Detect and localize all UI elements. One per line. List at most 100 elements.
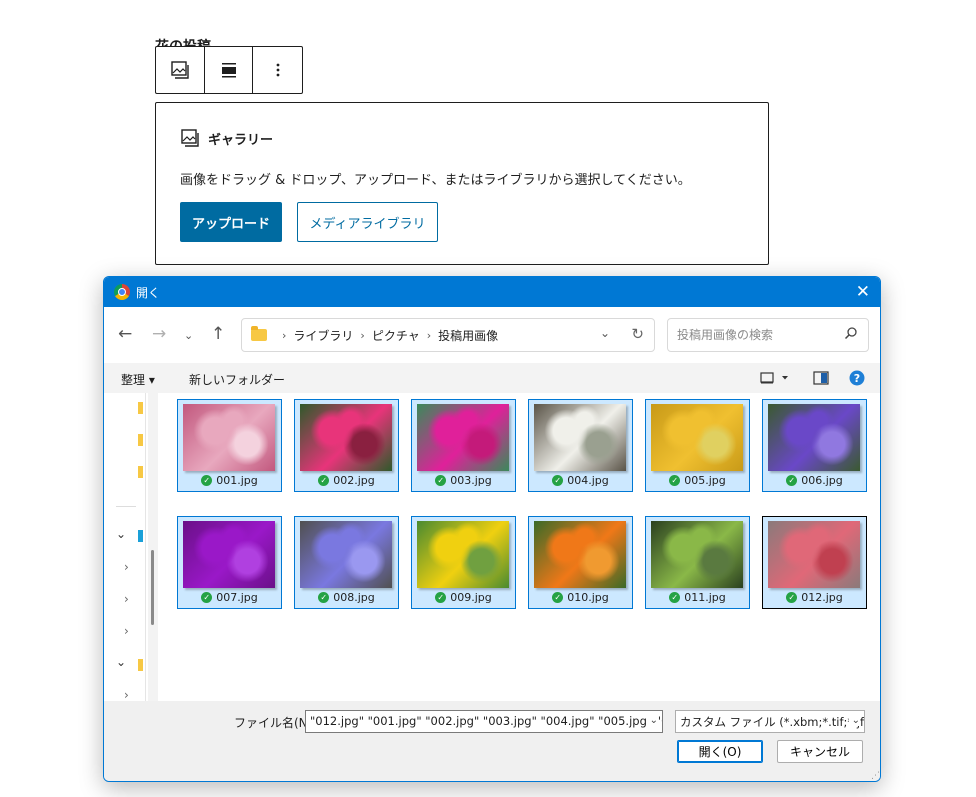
chevron-down-icon[interactable]: ⌄ <box>646 715 658 726</box>
open-button[interactable]: 開く(O) <box>677 740 763 763</box>
gallery-icon <box>181 129 199 147</box>
breadcrumb-separator: › <box>360 328 365 342</box>
dialog-titlebar: 開く ✕ <box>104 277 880 307</box>
sync-check-icon: ✓ <box>201 592 213 603</box>
file-tile[interactable]: ✓ 009.jpg <box>411 516 516 609</box>
sync-check-icon: ✓ <box>318 592 330 603</box>
nav-folder-icon[interactable] <box>138 659 143 671</box>
view-options-icon[interactable] <box>760 371 792 385</box>
close-icon[interactable]: ✕ <box>856 282 870 302</box>
resize-grip-icon[interactable]: ⋰ <box>871 771 880 781</box>
upload-button[interactable]: アップロード <box>180 202 282 242</box>
breadcrumb-item-pictures[interactable]: ピクチャ <box>372 327 420 344</box>
file-tile[interactable]: ✓ 008.jpg <box>294 516 399 609</box>
block-type-button[interactable] <box>156 47 205 93</box>
file-name-input[interactable]: "012.jpg" "001.jpg" "002.jpg" "003.jpg" … <box>305 710 663 733</box>
gallery-icon <box>171 61 189 79</box>
file-tile[interactable]: ✓ 003.jpg <box>411 399 516 492</box>
image-thumbnail <box>417 404 509 471</box>
file-name: 003.jpg <box>450 474 492 487</box>
file-name: 001.jpg <box>216 474 258 487</box>
expand-chevron-icon[interactable]: ⌄ <box>116 527 126 541</box>
forward-arrow-icon[interactable]: → <box>152 324 166 344</box>
file-label: ✓ 004.jpg <box>529 474 632 487</box>
chrome-icon <box>114 284 130 300</box>
file-label: ✓ 011.jpg <box>646 591 749 604</box>
file-tile[interactable]: ✓ 010.jpg <box>528 516 633 609</box>
collapse-chevron-icon[interactable]: › <box>124 624 129 638</box>
search-input[interactable] <box>677 328 837 342</box>
help-icon[interactable]: ? <box>849 370 865 386</box>
file-name: 002.jpg <box>333 474 375 487</box>
file-label: ✓ 006.jpg <box>763 474 866 487</box>
refresh-icon[interactable]: ↻ <box>631 325 644 343</box>
navigation-scrollbar[interactable] <box>148 393 158 701</box>
address-bar[interactable]: › ライブラリ › ピクチャ › 投稿用画像 ⌄ ↻ <box>241 318 655 352</box>
navigation-pane: ⌄ › › › ⌄ › <box>104 393 146 702</box>
chevron-down-icon[interactable]: ⌄ <box>848 715 860 726</box>
file-tile[interactable]: ✓ 002.jpg <box>294 399 399 492</box>
collapse-chevron-icon[interactable]: › <box>124 688 129 702</box>
up-arrow-icon[interactable]: ↑ <box>211 324 225 344</box>
sync-check-icon: ✓ <box>786 592 798 603</box>
search-box[interactable] <box>667 318 869 352</box>
media-library-button[interactable]: メディアライブラリ <box>297 202 438 242</box>
nav-folder-icon[interactable] <box>138 402 143 414</box>
file-name: 012.jpg <box>801 591 843 604</box>
sync-check-icon: ✓ <box>201 475 213 486</box>
recent-locations-chevron-icon[interactable]: ⌄ <box>184 326 193 346</box>
nav-folder-icon[interactable] <box>138 466 143 478</box>
file-tile[interactable]: ✓ 007.jpg <box>177 516 282 609</box>
folder-icon <box>251 326 267 341</box>
breadcrumb-separator: › <box>282 328 287 342</box>
nav-folder-icon[interactable] <box>138 530 143 542</box>
navigation-bar: ← → ⌄ ↑ › ライブラリ › ピクチャ › 投稿用画像 ⌄ ↻ <box>104 307 880 363</box>
address-dropdown-icon[interactable]: ⌄ <box>600 326 610 340</box>
file-tile[interactable]: ✓ 004.jpg <box>528 399 633 492</box>
nav-folder-icon[interactable] <box>138 434 143 446</box>
file-label: ✓ 003.jpg <box>412 474 515 487</box>
breadcrumb-item-post-images[interactable]: 投稿用画像 <box>438 327 498 344</box>
dialog-title: 開く <box>136 285 161 300</box>
gallery-placeholder: ギャラリー 画像をドラッグ & ドロップ、アップロード、またはライブラリから選択… <box>155 102 769 265</box>
file-tile[interactable]: ✓ 011.jpg <box>645 516 750 609</box>
breadcrumb-item-library[interactable]: ライブラリ <box>293 327 353 344</box>
file-label: ✓ 012.jpg <box>763 591 866 604</box>
breadcrumb-separator: › <box>426 328 432 342</box>
file-name-value: "012.jpg" "001.jpg" "002.jpg" "003.jpg" … <box>310 714 662 728</box>
image-thumbnail <box>534 521 626 588</box>
search-icon <box>844 327 857 340</box>
sync-check-icon: ✓ <box>552 592 564 603</box>
sync-check-icon: ✓ <box>552 475 564 486</box>
file-type-select[interactable]: カスタム ファイル (*.xbm;*.tif;*.jfif;* ⌄ <box>675 710 865 733</box>
command-bar: 整理 ▾ 新しいフォルダー ? <box>104 363 880 393</box>
dialog-footer: ファイル名(N): "012.jpg" "001.jpg" "002.jpg" … <box>104 701 880 781</box>
sync-check-icon: ✓ <box>435 592 447 603</box>
sync-check-icon: ✓ <box>786 475 798 486</box>
align-button[interactable] <box>205 47 254 93</box>
image-thumbnail <box>534 404 626 471</box>
organize-menu[interactable]: 整理 ▾ <box>121 371 155 388</box>
file-label: ✓ 007.jpg <box>178 591 281 604</box>
expand-chevron-icon[interactable]: ⌄ <box>116 655 126 669</box>
more-options-button[interactable] <box>253 47 302 93</box>
back-arrow-icon[interactable]: ← <box>118 324 132 344</box>
new-folder-button[interactable]: 新しいフォルダー <box>189 371 285 388</box>
image-thumbnail <box>300 404 392 471</box>
sync-check-icon: ✓ <box>318 475 330 486</box>
cancel-button[interactable]: キャンセル <box>777 740 863 763</box>
file-name: 008.jpg <box>333 591 375 604</box>
svg-text:?: ? <box>854 372 860 385</box>
collapse-chevron-icon[interactable]: › <box>124 560 129 574</box>
preview-pane-icon[interactable] <box>813 371 829 385</box>
file-tile[interactable]: ✓ 006.jpg <box>762 399 867 492</box>
scrollbar-thumb[interactable] <box>151 550 154 625</box>
file-tile[interactable]: ✓ 005.jpg <box>645 399 750 492</box>
sync-check-icon: ✓ <box>669 592 681 603</box>
image-thumbnail <box>417 521 509 588</box>
more-vertical-icon <box>276 63 280 77</box>
collapse-chevron-icon[interactable]: › <box>124 592 129 606</box>
file-tile[interactable]: ✓ 012.jpg <box>762 516 867 609</box>
sync-check-icon: ✓ <box>669 475 681 486</box>
file-tile[interactable]: ✓ 001.jpg <box>177 399 282 492</box>
